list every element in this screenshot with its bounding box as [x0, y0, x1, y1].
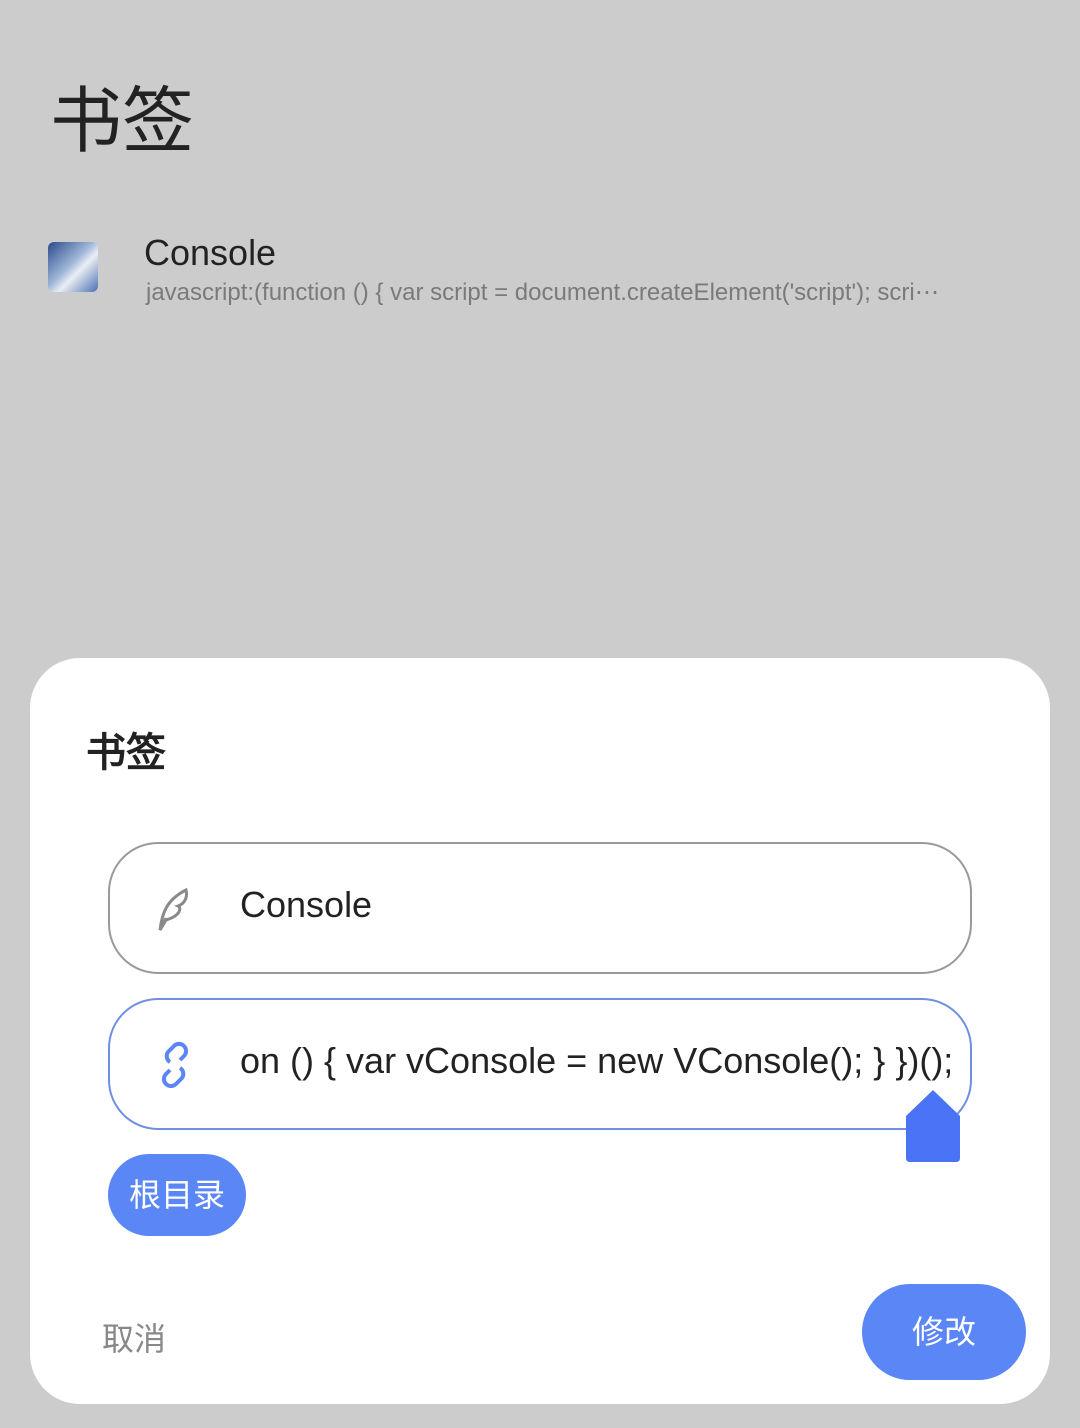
text-cursor-handle[interactable]: [906, 1090, 960, 1162]
url-input[interactable]: on () { var vConsole = new VConsole(); }…: [108, 998, 972, 1130]
folder-chip[interactable]: 根目录: [108, 1154, 246, 1236]
bookmark-favicon: [48, 242, 98, 292]
bookmark-item[interactable]: Console javascript:(function () { var sc…: [46, 232, 1036, 312]
bookmark-name: Console: [144, 232, 277, 273]
page-title: 书签: [50, 79, 195, 163]
name-input[interactable]: Console: [108, 842, 972, 974]
edit-bookmark-dialog: 书签 Console on () { var vConsole = new VC…: [30, 658, 1050, 1404]
bookmark-url: javascript:(function () { var script = d…: [146, 279, 939, 306]
link-icon: [161, 1041, 189, 1089]
feather-icon: [158, 887, 188, 931]
dialog-title: 书签: [86, 730, 166, 776]
url-value: on () { var vConsole = new VConsole(); }…: [240, 1040, 954, 1081]
confirm-button[interactable]: 修改: [862, 1284, 1026, 1380]
cancel-button[interactable]: 取消: [102, 1314, 166, 1360]
name-value: Console: [240, 884, 373, 925]
